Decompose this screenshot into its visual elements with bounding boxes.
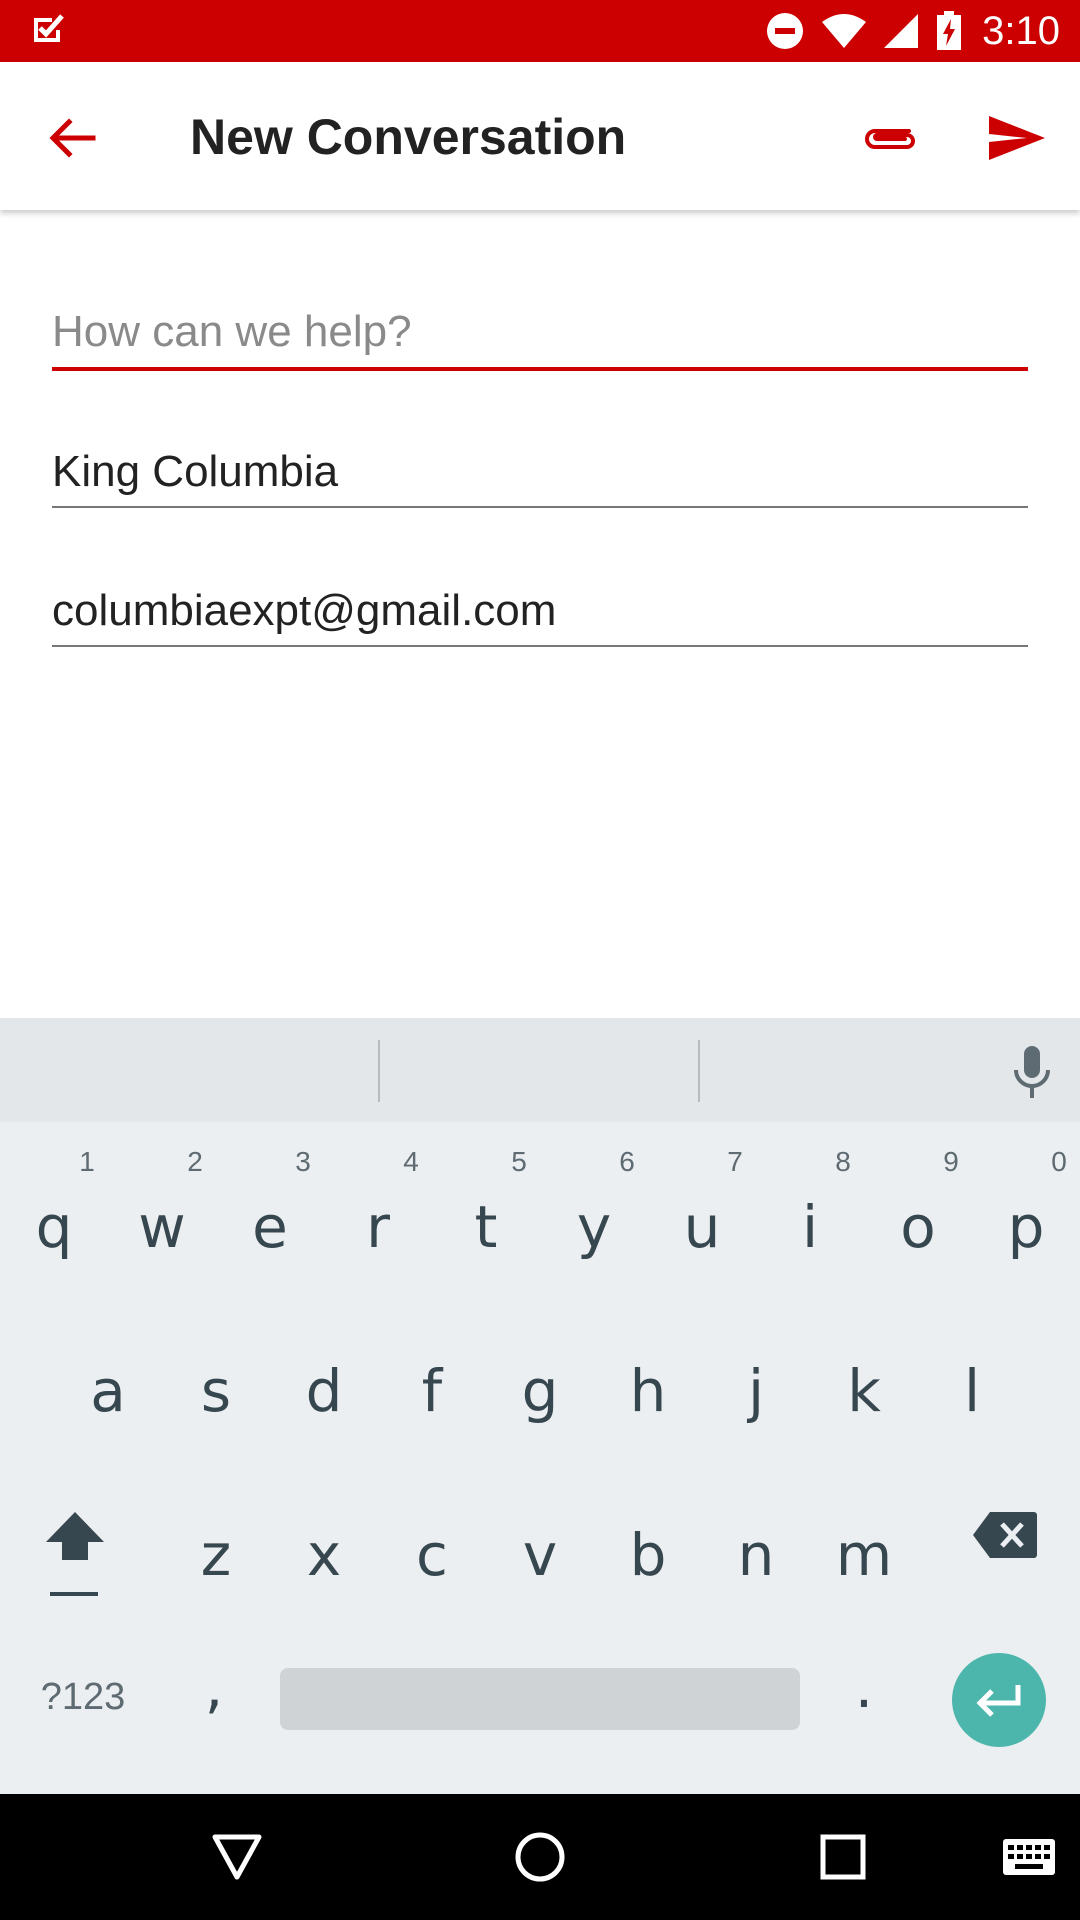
key-j[interactable]: j bbox=[718, 1362, 794, 1420]
key-z[interactable]: z bbox=[178, 1526, 254, 1584]
key-s[interactable]: s bbox=[178, 1362, 254, 1420]
nav-back-triangle-icon bbox=[212, 1834, 262, 1880]
email-field[interactable] bbox=[52, 581, 1028, 641]
key-r[interactable]: r bbox=[340, 1198, 416, 1256]
key-k[interactable]: k bbox=[826, 1362, 902, 1420]
nav-back-button[interactable] bbox=[204, 1824, 270, 1890]
shift-underline bbox=[50, 1592, 98, 1596]
keyboard-switch-button[interactable] bbox=[994, 1824, 1064, 1890]
paperclip-icon bbox=[865, 129, 915, 149]
key-m[interactable]: m bbox=[826, 1526, 902, 1584]
key-hint: 4 bbox=[403, 1146, 419, 1177]
keyboard: q w e r t y u i o p 1 2 3 4 5 6 7 8 9 0 … bbox=[0, 1018, 1080, 1794]
back-button[interactable] bbox=[40, 106, 104, 170]
navigation-bar bbox=[0, 1794, 1080, 1920]
key-n[interactable]: n bbox=[718, 1526, 794, 1584]
key-period[interactable]: . bbox=[826, 1658, 902, 1716]
message-underline bbox=[52, 367, 1028, 371]
suggestion-divider bbox=[698, 1040, 700, 1102]
key-f[interactable]: f bbox=[394, 1362, 470, 1420]
key-o[interactable]: o bbox=[880, 1198, 956, 1256]
suggestion-strip bbox=[0, 1018, 1080, 1122]
key-hint: 5 bbox=[511, 1146, 527, 1177]
key-hint: 8 bbox=[835, 1146, 851, 1177]
attach-button[interactable] bbox=[858, 106, 922, 170]
status-time: 3:10 bbox=[982, 8, 1060, 53]
key-c[interactable]: c bbox=[394, 1526, 470, 1584]
name-field[interactable] bbox=[52, 442, 1028, 502]
key-hint: 2 bbox=[187, 1146, 203, 1177]
nav-home-button[interactable] bbox=[507, 1824, 573, 1890]
app-bar: New Conversation bbox=[0, 62, 1080, 210]
suggestion-divider bbox=[378, 1040, 380, 1102]
key-x[interactable]: x bbox=[286, 1526, 362, 1584]
wifi-icon bbox=[822, 14, 867, 48]
key-d[interactable]: d bbox=[286, 1362, 362, 1420]
app-check-icon bbox=[34, 14, 64, 42]
key-hint: 9 bbox=[943, 1146, 959, 1177]
shift-key[interactable] bbox=[40, 1508, 110, 1604]
key-w[interactable]: w bbox=[124, 1198, 200, 1256]
enter-key[interactable] bbox=[952, 1653, 1046, 1747]
backspace-icon bbox=[973, 1512, 1037, 1558]
key-i[interactable]: i bbox=[772, 1198, 848, 1256]
name-input[interactable] bbox=[52, 442, 1028, 502]
key-h[interactable]: h bbox=[610, 1362, 686, 1420]
backspace-key[interactable] bbox=[972, 1510, 1038, 1560]
key-y[interactable]: y bbox=[556, 1198, 632, 1256]
key-t[interactable]: t bbox=[448, 1198, 524, 1256]
key-comma[interactable]: , bbox=[176, 1658, 252, 1716]
key-u[interactable]: u bbox=[664, 1198, 740, 1256]
message-input[interactable] bbox=[52, 302, 1028, 362]
microphone-icon[interactable] bbox=[1004, 1044, 1060, 1100]
key-hint: 6 bbox=[619, 1146, 635, 1177]
email-input[interactable] bbox=[52, 581, 1028, 641]
signal-icon bbox=[884, 14, 919, 48]
key-a[interactable]: a bbox=[70, 1362, 146, 1420]
arrow-back-icon bbox=[49, 118, 96, 158]
battery-charging-icon bbox=[937, 11, 962, 50]
nav-recents-button[interactable] bbox=[810, 1824, 876, 1890]
message-field[interactable] bbox=[52, 302, 1028, 362]
key-p[interactable]: p bbox=[988, 1198, 1064, 1256]
key-hint: 3 bbox=[295, 1146, 311, 1177]
key-e[interactable]: e bbox=[232, 1198, 308, 1256]
key-g[interactable]: g bbox=[502, 1362, 578, 1420]
enter-arrow-icon bbox=[976, 1685, 1021, 1717]
key-hint: 1 bbox=[79, 1146, 95, 1177]
space-bar[interactable] bbox=[280, 1668, 800, 1730]
status-bar: 3:10 bbox=[0, 0, 1080, 62]
email-underline bbox=[52, 645, 1028, 647]
send-button[interactable] bbox=[982, 106, 1052, 170]
do-not-disturb-icon bbox=[767, 13, 804, 49]
nav-recents-square-icon bbox=[820, 1834, 866, 1880]
symbols-key[interactable]: ?123 bbox=[28, 1678, 138, 1716]
key-q[interactable]: q bbox=[16, 1198, 92, 1256]
key-b[interactable]: b bbox=[610, 1526, 686, 1584]
keyboard-icon bbox=[1003, 1839, 1055, 1875]
key-hint: 0 bbox=[1051, 1146, 1067, 1177]
nav-home-circle-icon bbox=[515, 1832, 565, 1882]
key-v[interactable]: v bbox=[502, 1526, 578, 1584]
send-icon bbox=[989, 116, 1045, 160]
name-underline bbox=[52, 506, 1028, 508]
page-title: New Conversation bbox=[190, 109, 627, 165]
key-hint: 7 bbox=[727, 1146, 743, 1177]
key-l[interactable]: l bbox=[934, 1362, 1010, 1420]
shift-arrow-icon bbox=[46, 1512, 104, 1560]
